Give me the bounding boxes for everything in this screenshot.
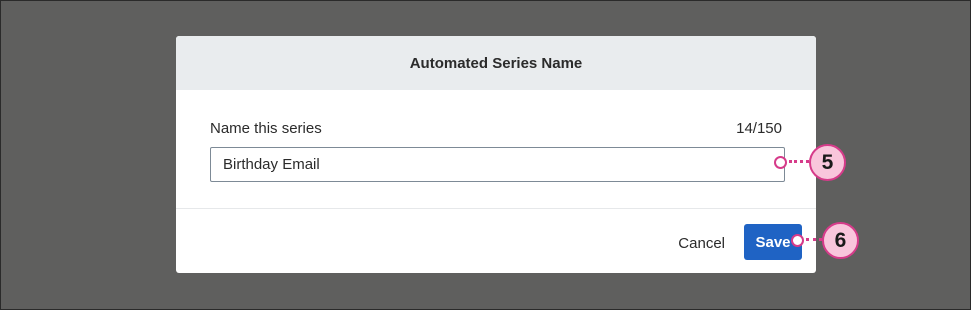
series-name-label: Name this series [210, 120, 322, 137]
dialog-title: Automated Series Name [409, 54, 583, 72]
callout-5-number: 5 [821, 150, 834, 174]
callout-6-leader [806, 238, 822, 241]
screenshot-frame: Automated Series Name Name this series 1… [0, 0, 971, 310]
callout-6-anchor [791, 234, 804, 247]
callout-6-number: 6 [834, 228, 847, 252]
cancel-button[interactable]: Cancel [676, 231, 727, 256]
callout-6-badge: 6 [822, 222, 859, 259]
callout-5-anchor [774, 156, 787, 169]
callout-5-leader [789, 160, 809, 163]
dialog-header: Automated Series Name [176, 36, 816, 90]
character-counter: 14/150 [736, 120, 782, 137]
series-name-input[interactable] [210, 147, 785, 182]
dialog-footer: Cancel Save [176, 209, 816, 273]
dialog-body: Name this series 14/150 [176, 90, 816, 209]
callout-5-badge: 5 [809, 144, 846, 181]
automated-series-name-dialog: Automated Series Name Name this series 1… [176, 36, 816, 273]
